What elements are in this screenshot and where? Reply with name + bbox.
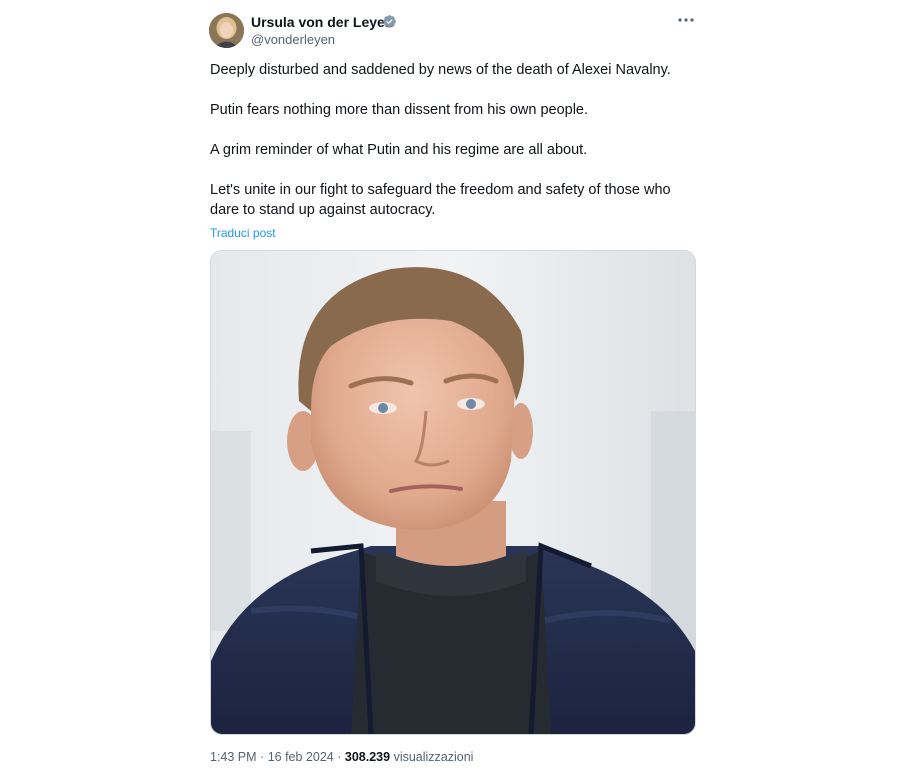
tweet-paragraph: Putin fears nothing more than dissent fr… (210, 102, 589, 118)
more-horizontal-icon (678, 18, 694, 22)
views-count: 308.239 (344, 750, 391, 764)
views-label: visualizzazioni (393, 750, 474, 764)
portrait-photo (211, 251, 695, 734)
post-photo[interactable] (210, 250, 696, 735)
tweet-paragraph: Deeply disturbed and saddened by news of… (210, 62, 671, 78)
post-meta: 1:43 PM · 16 feb 2024 · 308.239 visualiz… (210, 749, 473, 765)
tweet-paragraph: Let's unite in our fight to safeguard th… (210, 182, 671, 198)
more-options-button[interactable] (675, 12, 697, 28)
post-date[interactable]: 16 feb 2024 (268, 750, 334, 764)
verified-badge-icon (383, 15, 396, 28)
meta-separator: · (337, 750, 342, 764)
tweet-card: Ursula von der Leyen @vonderleyen Deeply… (0, 0, 904, 770)
author-name[interactable]: Ursula von der Leyen (251, 13, 393, 31)
author-handle[interactable]: @vonderleyen (251, 31, 335, 48)
translate-post-link[interactable]: Traduci post (210, 225, 276, 241)
tweet-text: Deeply disturbed and saddened by news of… (210, 60, 710, 220)
tweet-paragraph: dare to stand up against autocracy. (210, 202, 436, 218)
post-time[interactable]: 1:43 PM (210, 750, 257, 764)
author-avatar[interactable] (209, 13, 244, 48)
meta-separator: · (260, 750, 265, 764)
tweet-paragraph: A grim reminder of what Putin and his re… (210, 142, 588, 158)
